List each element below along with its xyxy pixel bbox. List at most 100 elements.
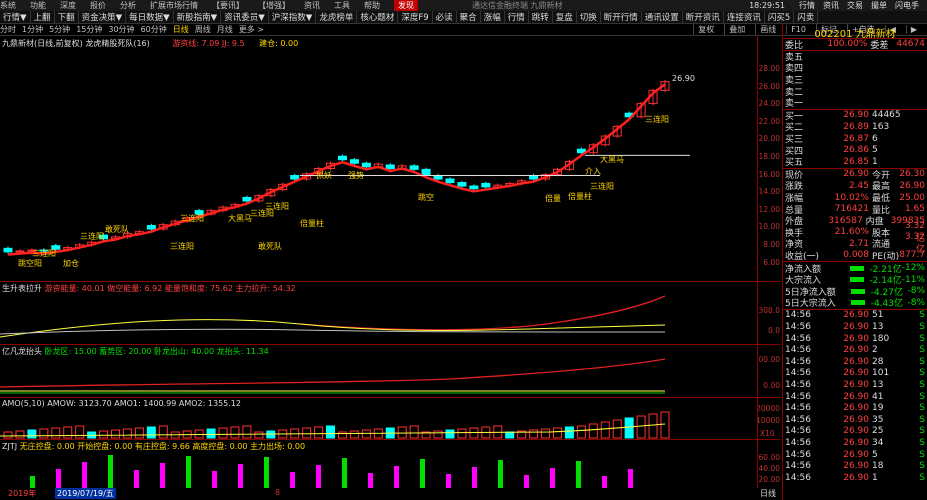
menu-item[interactable]: 资讯 [304,0,320,11]
tick-row-cell: 26.90 [843,356,869,367]
toolbar-button[interactable]: 沪深指数▼ [269,11,317,23]
menu-item[interactable]: 【增强】 [258,0,290,11]
candle [242,196,252,202]
kline-panel[interactable]: 九鼎新材(日线,前复权) 龙虎精股死队(16) 游资线: 7.09 JJ: 9.… [0,36,780,282]
toolbar-button[interactable]: 资讯委员▼ [221,11,269,23]
indicator-1-axis: 300.0 0.0 [757,282,780,344]
tab-period[interactable]: 更多 > [239,24,264,35]
tab-period[interactable]: 1分钟 [22,24,43,35]
toolbar-button[interactable]: 聚合 [457,11,481,23]
toolbar: 行情▼ 上翻 下翻 资金决策▼ 每日数据▼ 新股指南▼ 资讯委员▼ 沪深指数▼ 龙虎榜单 核心题材… [0,11,927,24]
tick-row-cell: 14:56 [785,472,811,483]
toolbar-button[interactable]: 涨幅 [481,11,505,23]
candle [337,155,347,161]
amo-bar [51,427,61,439]
tick-row: 14:56 26.90 41 S [783,391,927,403]
signal-label: 三连阳 [80,232,104,241]
menu-item[interactable]: 帮助 [364,0,380,11]
stat-row: 现价 26.90 今开 26.30 [783,169,927,181]
toolbar-button[interactable]: 必读 [433,11,457,23]
amo-panel[interactable]: AMO(5,10) AMOW: 3123.70 AMO1: 1400.99 AM… [0,398,780,440]
price-tick: 12.00 [758,204,780,214]
menu-item[interactable]: 报价 [90,0,106,11]
toolbar-button[interactable]: 资金决策▼ [79,11,127,23]
amo-bar [505,431,515,439]
indicator-panel-1[interactable]: 生升表拉升 游资能量: 40.01 做空能量: 6.92 能量饱和度: 75.6… [0,282,780,345]
toolbar-button[interactable]: 闪买5 [765,11,795,23]
zjtj-bar [628,469,633,488]
toolbar-button[interactable]: 上翻 [31,11,55,23]
bid-row-cell: 买五 [785,158,804,169]
tab-period[interactable]: 60分钟 [141,24,167,35]
menu-item[interactable]: 扩展市场行情 [150,0,198,11]
price-tick: 14.00 [758,187,780,197]
signal-label: 三连阳 [590,182,614,191]
zjtj-panel[interactable]: ZJTJ 无庄控盘: 0.00 开始控盘: 0.00 有庄控盘: 9.66 高度… [0,440,780,488]
tab-tool[interactable]: 复权 [693,24,718,35]
menu-item[interactable]: 发现 [394,0,418,11]
indicator-panel-2[interactable]: 亿凡龙抬头 卧龙区: 15.00 蓄势区: 20.00 卧龙出山: 40.00 … [0,345,780,398]
menu-item[interactable]: 【要讯】 [212,0,244,11]
toolbar-button[interactable]: 复盘 [553,11,577,23]
amo-bar [326,425,336,439]
toolbar-button[interactable]: 新股指南▼ [174,11,222,23]
tick-row-cell: 5 [872,449,878,460]
ask-row-cell: 卖一 [785,99,804,110]
price-tick: 20.00 [758,134,780,144]
toolbar-button[interactable]: 行情▼ [0,11,31,23]
tab-period[interactable]: 周线 [195,24,211,35]
toolbar-button[interactable]: 断开行情 [601,11,642,23]
tab-period[interactable]: 15分钟 [76,24,102,35]
tick-row-cell: 26.90 [843,461,869,472]
menu-item[interactable]: 深度 [60,0,76,11]
tab-period[interactable]: 30分钟 [108,24,134,35]
signal-label: 介入 [585,167,601,176]
toolbar-button[interactable]: 通讯设置 [642,11,683,23]
top-right-item[interactable]: 闪电手 [895,0,919,11]
tab-period[interactable]: 月线 [217,24,233,35]
tick-row: 14:56 26.90 101 S [783,368,927,380]
top-right-item[interactable]: 撮单 [871,0,887,11]
tab-period[interactable]: 5分钟 [49,24,70,35]
top-right-item[interactable]: 资讯 [823,0,839,11]
bid-row-cell: 26.90 [843,110,869,121]
tab-period[interactable]: 日线 [173,24,189,35]
toolbar-button[interactable]: 龙虎榜单 [316,11,358,23]
zjtj-chart [30,455,633,488]
amo-chart [0,411,670,439]
candle [361,162,371,168]
toolbar-button[interactable]: 跳转 [529,11,553,23]
menu-item[interactable]: 系统 [0,0,16,11]
stat-row-cell: 0.008 [843,250,869,261]
amo-bar [302,427,312,439]
tab-period[interactable]: 分时 [0,24,16,35]
top-right-item[interactable]: 交易 [847,0,863,11]
tab-tool[interactable]: 画线 [755,24,780,35]
tick-row: 14:56 26.90 5 S [783,449,927,461]
toolbar-button[interactable]: 切换 [577,11,601,23]
amo-bar [600,421,610,439]
tab-tool[interactable]: 叠加 [724,24,749,35]
toolbar-button[interactable]: 闪卖 [794,11,819,23]
tick-row: 14:56 26.90 2 S [783,344,927,356]
menu-item[interactable]: 分析 [120,0,136,11]
period-label[interactable]: 日线 [760,488,776,499]
menu-item[interactable]: 工具 [334,0,350,11]
stat-row-cell: 26.30 [899,169,925,180]
toolbar-button[interactable]: 连接资讯 [724,11,765,23]
signal-label: 跳空 [418,193,434,202]
flow-row: 大宗流入 -2.14亿 -11% [783,274,927,287]
top-right-item[interactable]: 行情 [799,0,815,11]
menu-item[interactable]: 功能 [30,0,46,11]
toolbar-button[interactable]: 深度F9 [398,11,433,23]
toolbar-button[interactable]: 下翻 [55,11,79,23]
signal-label: 大黑马 [228,214,252,223]
amo-bar [27,429,37,439]
amo-bar [206,428,216,439]
toolbar-button[interactable]: 每日数据▼ [126,11,174,23]
toolbar-button[interactable]: 断开资讯 [683,11,724,23]
flow-bar [851,300,865,306]
toolbar-button[interactable]: 核心题材 [357,11,399,23]
toolbar-button[interactable]: 行情 [505,11,529,23]
tick-row-cell: S [919,345,925,356]
